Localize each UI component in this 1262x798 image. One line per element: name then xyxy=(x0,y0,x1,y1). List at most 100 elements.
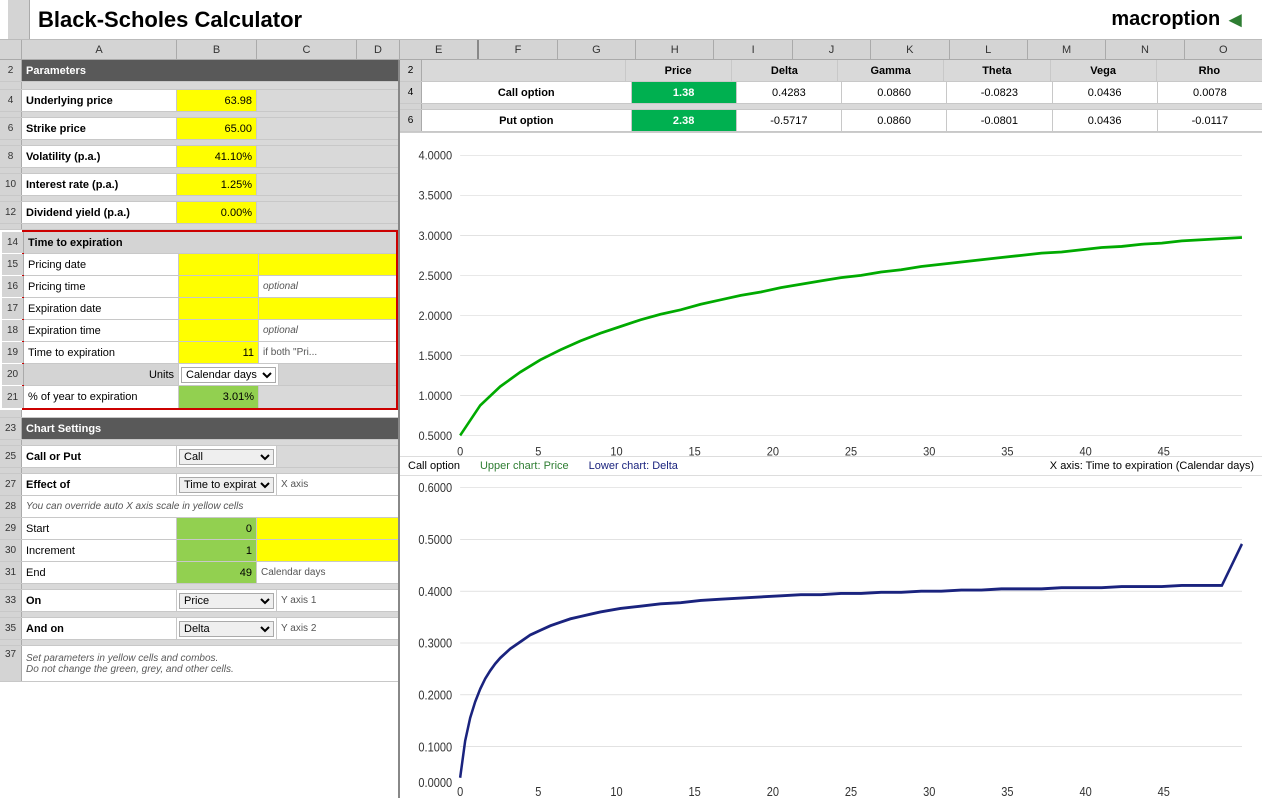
effect-select[interactable]: Time to expiration xyxy=(179,477,274,493)
svg-text:0: 0 xyxy=(457,445,464,456)
on-dropdown[interactable]: Price xyxy=(177,590,277,611)
effect-of-label: Effect of xyxy=(22,474,177,495)
svg-text:10: 10 xyxy=(610,784,623,798)
dividend-yield-label: Dividend yield (p.a.) xyxy=(22,202,177,223)
pricing-date-label: Pricing date xyxy=(24,254,179,275)
pricing-date-value[interactable] xyxy=(179,254,259,275)
call-theta: -0.0823 xyxy=(947,82,1052,103)
override-note: You can override auto X axis scale in ye… xyxy=(22,496,398,517)
row-num-35: 35 xyxy=(0,618,22,639)
and-on-dropdown[interactable]: Delta xyxy=(177,618,277,639)
svg-text:3.5000: 3.5000 xyxy=(418,189,452,203)
on-select[interactable]: Price xyxy=(179,593,274,609)
strike-price-label: Strike price xyxy=(22,118,177,139)
units-select[interactable]: Calendar days xyxy=(181,367,276,383)
tte-value[interactable]: 11 xyxy=(179,342,259,363)
put-price: 2.38 xyxy=(632,110,737,131)
dividend-yield-value[interactable]: 0.00% xyxy=(177,202,257,223)
put-gamma: 0.0860 xyxy=(842,110,947,131)
pricing-date-extra[interactable] xyxy=(259,254,396,275)
row-num-16: 16 xyxy=(2,276,24,297)
expiration-date-value[interactable] xyxy=(179,298,259,319)
svg-text:35: 35 xyxy=(1001,784,1014,798)
row-num-8: 8 xyxy=(0,146,22,167)
put-theta: -0.0801 xyxy=(947,110,1052,131)
pricing-time-value[interactable] xyxy=(179,276,259,297)
svg-text:45: 45 xyxy=(1158,784,1171,798)
units-dropdown[interactable]: Calendar days xyxy=(179,364,279,385)
and-on-yaxis-note: Y axis 2 xyxy=(277,618,398,639)
call-gamma: 0.0860 xyxy=(842,82,947,103)
call-put-select[interactable]: Call Put xyxy=(179,449,274,465)
svg-text:0: 0 xyxy=(457,784,463,798)
svg-text:0.5000: 0.5000 xyxy=(418,429,452,443)
row-num-27: 27 xyxy=(0,474,22,495)
lower-chart: 0.6000 0.5000 0.4000 0.3000 0.2000 0.100… xyxy=(400,476,1262,798)
and-on-label: And on xyxy=(22,618,177,639)
call-rho: 0.0078 xyxy=(1158,82,1262,103)
svg-text:45: 45 xyxy=(1158,445,1170,456)
underlying-price-value[interactable]: 63.98 xyxy=(177,90,257,111)
put-delta: -0.5717 xyxy=(737,110,842,131)
row-num-19: 19 xyxy=(2,342,24,363)
call-vega: 0.0436 xyxy=(1053,82,1158,103)
row-num-18: 18 xyxy=(2,320,24,341)
svg-text:0.6000: 0.6000 xyxy=(418,480,452,495)
row-num-21: 21 xyxy=(2,386,24,408)
effect-of-dropdown[interactable]: Time to expiration xyxy=(177,474,277,495)
pct-year-value: 3.01% xyxy=(179,386,259,408)
expiration-date-label: Expiration date xyxy=(24,298,179,319)
svg-text:10: 10 xyxy=(610,445,623,456)
upper-chart-label: Upper chart: Price xyxy=(480,460,569,472)
app-title: Black-Scholes Calculator xyxy=(30,7,302,33)
svg-text:4.0000: 4.0000 xyxy=(418,149,452,163)
expiration-time-label: Expiration time xyxy=(24,320,179,341)
row-num-29: 29 xyxy=(0,518,22,539)
call-price: 1.38 xyxy=(632,82,737,103)
svg-text:25: 25 xyxy=(845,784,858,798)
expiration-date-extra[interactable] xyxy=(259,298,396,319)
interest-rate-label: Interest rate (p.a.) xyxy=(22,174,177,195)
increment-value[interactable]: 1 xyxy=(177,540,257,561)
call-label: Call option xyxy=(422,82,632,103)
row-num-28: 28 xyxy=(0,496,22,517)
tte-label: Time to expiration xyxy=(24,342,179,363)
row-num-17: 17 xyxy=(2,298,24,319)
delta-header: Delta xyxy=(732,60,838,81)
x-axis-label: X axis: Time to expiration (Calendar day… xyxy=(1050,460,1254,472)
svg-text:25: 25 xyxy=(845,445,857,456)
and-on-select[interactable]: Delta xyxy=(179,621,274,637)
svg-text:0.0000: 0.0000 xyxy=(418,775,452,790)
lower-chart-label: Lower chart: Delta xyxy=(589,460,678,472)
on-label: On xyxy=(22,590,177,611)
units-label: Units xyxy=(24,364,179,385)
increment-label: Increment xyxy=(22,540,177,561)
svg-text:15: 15 xyxy=(689,784,702,798)
call-or-put-dropdown[interactable]: Call Put xyxy=(177,446,277,467)
svg-text:35: 35 xyxy=(1001,445,1013,456)
svg-text:0.2000: 0.2000 xyxy=(418,687,452,702)
expiration-time-value[interactable] xyxy=(179,320,259,341)
svg-text:0.3000: 0.3000 xyxy=(418,635,452,650)
pricing-time-optional: optional xyxy=(259,276,396,297)
logo-icon: ◄ xyxy=(1224,7,1246,33)
row-num-25: 25 xyxy=(0,446,22,467)
on-yaxis-note: Y axis 1 xyxy=(277,590,398,611)
end-value[interactable]: 49 xyxy=(177,562,257,583)
start-label: Start xyxy=(22,518,177,539)
row-num-10: 10 xyxy=(0,174,22,195)
upper-chart: 4.0000 3.5000 3.0000 2.5000 2.0000 1.500… xyxy=(400,133,1262,457)
row-num-2: 2 xyxy=(0,60,22,81)
interest-rate-value[interactable]: 1.25% xyxy=(177,174,257,195)
tte-note: if both "Pri... xyxy=(259,342,396,363)
volatility-value[interactable]: 41.10% xyxy=(177,146,257,167)
pricing-time-label: Pricing time xyxy=(24,276,179,297)
start-value[interactable]: 0 xyxy=(177,518,257,539)
row-num-30: 30 xyxy=(0,540,22,561)
strike-price-value[interactable]: 65.00 xyxy=(177,118,257,139)
end-note: Calendar days xyxy=(257,562,398,583)
svg-text:20: 20 xyxy=(767,784,780,798)
call-or-put-label: Call or Put xyxy=(22,446,177,467)
svg-text:40: 40 xyxy=(1079,445,1092,456)
svg-text:1.0000: 1.0000 xyxy=(418,389,452,403)
